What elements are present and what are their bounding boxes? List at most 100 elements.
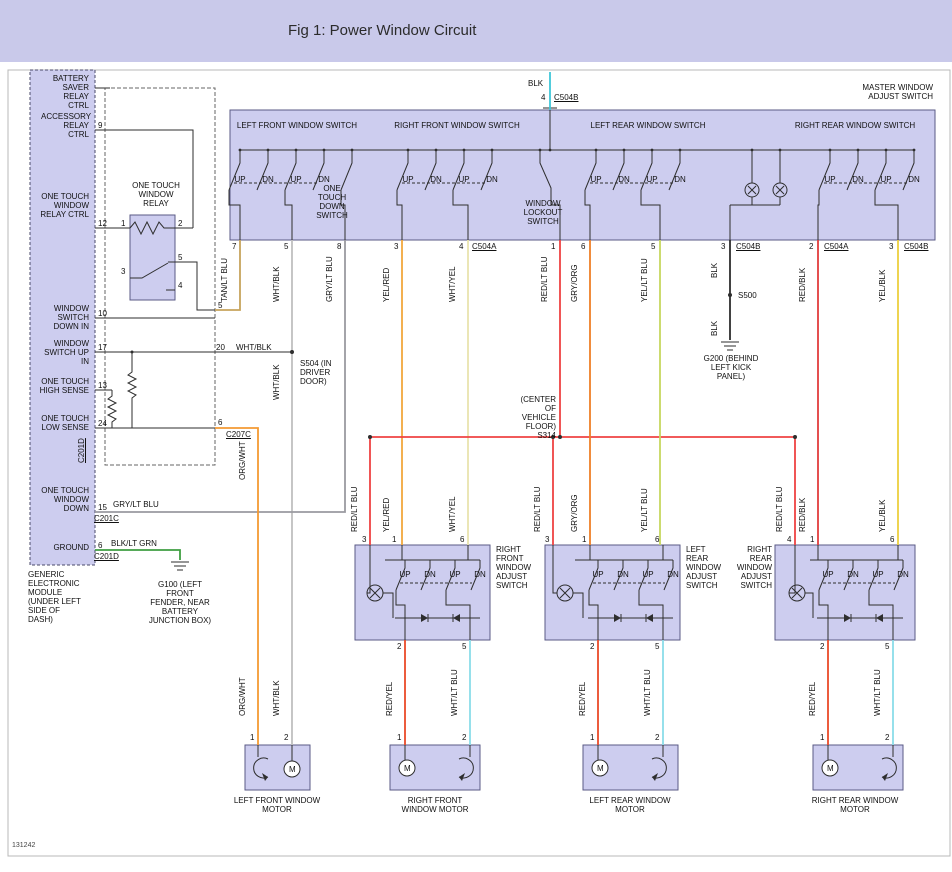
- g100-label: G100 (LEFT FRONT FENDER, NEAR BATTERY JU…: [148, 580, 212, 625]
- ground-symbols: [171, 342, 739, 570]
- g100-ground-icon: [171, 562, 189, 570]
- wire-color-label: BLK: [710, 321, 719, 336]
- module-pin-label: ONE TOUCH LOW SENSE: [37, 414, 89, 432]
- pin-number: 8: [337, 242, 341, 251]
- pin-number: 1: [810, 535, 814, 544]
- pin-number: 6: [98, 541, 102, 550]
- pin-number: 2: [590, 642, 594, 651]
- wire-color-label: RED/BLK: [798, 268, 807, 302]
- up-label: UP: [820, 570, 836, 579]
- module-pin-label: BATTERY SAVER RELAY CTRL: [49, 74, 89, 110]
- wire-color-label: WHT/LT BLU: [643, 669, 652, 716]
- wire-color-label: WHT/BLK: [272, 364, 281, 400]
- dn-label: DN: [616, 175, 632, 184]
- wire-color-label: YEL/BLK: [878, 270, 887, 302]
- wire-color-label: RED/YEL: [578, 682, 587, 716]
- wire-color-label: YEL/RED: [382, 498, 391, 532]
- wire-color-label: RED/LT BLU: [775, 487, 784, 533]
- dn-label: DN: [906, 175, 922, 184]
- dn-label: DN: [428, 175, 444, 184]
- wire-color-label: YEL/BLK: [878, 500, 887, 532]
- up-label: UP: [640, 570, 656, 579]
- up-label: UP: [288, 175, 304, 184]
- pin-number: 3: [721, 242, 725, 251]
- pin-number: 2: [397, 642, 401, 651]
- wire-color-label: WHT/BLK: [236, 343, 272, 352]
- wire-org-wht: [215, 428, 258, 745]
- connector-label: C201D: [77, 438, 86, 463]
- pin-number: 4: [541, 93, 545, 102]
- wire-color-label: BLK: [528, 79, 543, 88]
- wire-color-label: GRY/ORG: [570, 494, 579, 532]
- pin-number: 4: [459, 242, 463, 251]
- pin-number: 2: [820, 642, 824, 651]
- connector-label: C504B: [554, 93, 578, 102]
- connector-label: C504A: [824, 242, 848, 251]
- motor-m-label: M: [289, 765, 296, 774]
- wire-red-lt-blu: [370, 240, 795, 545]
- pin-number: 6: [581, 242, 585, 251]
- pin-number: 6: [890, 535, 894, 544]
- switch-section-label: LEFT REAR WINDOW SWITCH: [578, 121, 718, 130]
- window-lockout-switch-label: WINDOW LOCKOUT SWITCH: [515, 199, 571, 226]
- dn-label: DN: [316, 175, 332, 184]
- dn-label: DN: [895, 570, 911, 579]
- wire-color-label: RED/BLK: [798, 498, 807, 532]
- pin-number: 17: [98, 343, 107, 352]
- connector-label: C201D: [94, 552, 119, 561]
- s504-label: S504 (IN DRIVER DOOR): [300, 359, 338, 386]
- wire-color-label: WHT/LT BLU: [873, 669, 882, 716]
- module-pin-label: WINDOW SWITCH DOWN IN: [37, 304, 89, 331]
- pin-number: 2: [462, 733, 466, 742]
- switch-name-label: RIGHT FRONT WINDOW ADJUST SWITCH: [496, 545, 542, 590]
- pin-number: 4: [787, 535, 791, 544]
- wire-color-label: RED/YEL: [385, 682, 394, 716]
- pin-number: 3: [394, 242, 398, 251]
- wire-color-label: WHT/BLK: [272, 266, 281, 302]
- wire-color-label: YEL/LT BLU: [640, 488, 649, 532]
- pin-number: 1: [590, 733, 594, 742]
- pin-number: 3: [889, 242, 893, 251]
- pin-number: 5: [655, 642, 659, 651]
- wire-color-label: RED/LT BLU: [540, 257, 549, 303]
- module-pin-label: ONE TOUCH HIGH SENSE: [37, 377, 89, 395]
- pin-number: 9: [98, 121, 102, 130]
- up-label: UP: [822, 175, 838, 184]
- dn-label: DN: [665, 570, 681, 579]
- pin-number: 7: [232, 242, 236, 251]
- pin-number: 5: [218, 301, 222, 310]
- motor-name-label: RIGHT FRONT WINDOW MOTOR: [390, 796, 480, 814]
- up-label: UP: [397, 570, 413, 579]
- switch-name-label: LEFT REAR WINDOW ADJUST SWITCH: [686, 545, 726, 590]
- up-label: UP: [644, 175, 660, 184]
- motor-m-label: M: [597, 764, 604, 773]
- up-label: UP: [456, 175, 472, 184]
- module-pin-label: WINDOW SWITCH UP IN: [37, 339, 89, 366]
- pin-number: 15: [98, 503, 107, 512]
- switch-section-label: RIGHT REAR WINDOW SWITCH: [785, 121, 925, 130]
- up-label: UP: [588, 175, 604, 184]
- relay-title: ONE TOUCH WINDOW RELAY: [126, 181, 186, 208]
- wire-color-label: WHT/LT BLU: [450, 669, 459, 716]
- connector-label: C504A: [472, 242, 496, 251]
- module-caption: GENERIC ELECTRONIC MODULE (UNDER LEFT SI…: [28, 570, 86, 624]
- dn-label: DN: [422, 570, 438, 579]
- pin-number: 2: [655, 733, 659, 742]
- wire-color-label: GRY/LT BLU: [113, 500, 159, 509]
- wire-color-label: RED/LT BLU: [533, 487, 542, 533]
- wire-color-label: TAN/LT BLU: [220, 258, 229, 302]
- pin-number: 4: [178, 281, 182, 290]
- wire-color-label: YEL/LT BLU: [640, 258, 649, 302]
- pin-number: 1: [397, 733, 401, 742]
- pin-number: 12: [98, 219, 107, 228]
- dn-label: DN: [672, 175, 688, 184]
- one-touch-down-switch-label: ONE TOUCH DOWN SWITCH: [314, 184, 350, 220]
- wire-color-label: BLK: [710, 263, 719, 278]
- motor-name-label: RIGHT REAR WINDOW MOTOR: [810, 796, 900, 814]
- wire-color-label: RED/LT BLU: [350, 487, 359, 533]
- pin-number: 2: [885, 733, 889, 742]
- s314-label: (CENTER OF VEHICLE FLOOR) S314: [510, 395, 556, 440]
- switch-section-label: LEFT FRONT WINDOW SWITCH: [227, 121, 367, 130]
- pin-number: 1: [250, 733, 254, 742]
- module-pin-label: ACCESSORY RELAY CTRL: [41, 112, 89, 139]
